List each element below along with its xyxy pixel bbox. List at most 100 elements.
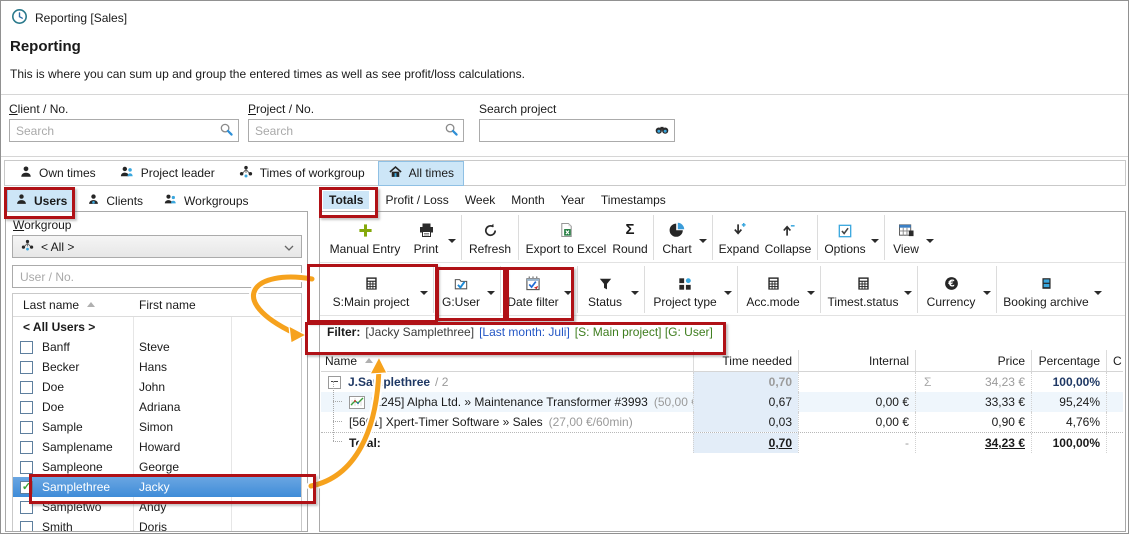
date-filter-button[interactable]: Date filter bbox=[504, 264, 562, 315]
tab-all-times[interactable]: All times bbox=[378, 161, 464, 186]
search-project-input[interactable] bbox=[479, 119, 675, 142]
timest-status-dropdown-arrow[interactable] bbox=[904, 291, 912, 299]
tab-project-leader[interactable]: Project leader bbox=[109, 161, 225, 186]
tab-users[interactable]: Users bbox=[7, 189, 75, 213]
workgroup-select[interactable]: < All > bbox=[12, 235, 302, 258]
collapse-button[interactable]: Collapse bbox=[762, 213, 814, 262]
column-header-percentage[interactable]: Percentage bbox=[1031, 350, 1106, 371]
user-row[interactable]: SampleSimon bbox=[13, 417, 301, 437]
all-users-row[interactable]: < All Users > bbox=[13, 317, 301, 337]
checkbox[interactable] bbox=[20, 421, 33, 434]
checkbox[interactable] bbox=[20, 341, 33, 354]
search-project-field[interactable] bbox=[484, 123, 654, 139]
user-filter-input[interactable] bbox=[12, 265, 302, 288]
workgroups-icon bbox=[163, 193, 178, 209]
user-row[interactable]: SamplenameHoward bbox=[13, 437, 301, 457]
checkbox[interactable] bbox=[20, 381, 33, 394]
status-button[interactable]: Status bbox=[581, 264, 629, 315]
print-dropdown-arrow[interactable] bbox=[448, 239, 456, 247]
project-row[interactable]: [5661] Xpert-Timer Software » Sales (27,… bbox=[321, 412, 1123, 432]
column-header-name[interactable]: Name bbox=[321, 354, 693, 368]
collapse-icon bbox=[781, 220, 796, 238]
refresh-button[interactable]: Refresh bbox=[465, 213, 515, 262]
booking-archive-dropdown-arrow[interactable] bbox=[1094, 291, 1102, 299]
view-dropdown-arrow[interactable] bbox=[926, 239, 934, 247]
currency-dropdown-arrow[interactable] bbox=[983, 291, 991, 299]
export-excel-button[interactable]: Export to Excel bbox=[522, 213, 610, 262]
tab-month[interactable]: Month bbox=[511, 191, 544, 209]
round-button[interactable]: Σ Round bbox=[610, 213, 650, 262]
print-button[interactable]: Print bbox=[406, 213, 446, 262]
checkbox[interactable] bbox=[20, 461, 33, 474]
checkbox[interactable] bbox=[20, 501, 33, 514]
options-dropdown-arrow[interactable] bbox=[871, 239, 879, 247]
user-row[interactable]: SmithDoris bbox=[13, 517, 301, 531]
refresh-icon bbox=[483, 220, 498, 238]
checkbox[interactable] bbox=[20, 521, 33, 532]
column-header-last-name[interactable]: Last name bbox=[13, 298, 133, 312]
project-row[interactable]: [1245] Alpha Ltd. » Maintenance Transfor… bbox=[321, 392, 1123, 412]
project-search-field[interactable] bbox=[253, 123, 444, 139]
user-row[interactable]: BanffSteve bbox=[13, 337, 301, 357]
client-search-field[interactable] bbox=[14, 123, 219, 139]
chart-button[interactable]: Chart bbox=[657, 213, 697, 262]
group-dropdown-arrow[interactable] bbox=[487, 291, 495, 299]
checkbox-checked[interactable]: ✓ bbox=[20, 481, 33, 494]
tab-clients[interactable]: Clients bbox=[79, 189, 151, 213]
user-row[interactable]: SampletwoAndy bbox=[13, 497, 301, 517]
user-row-selected[interactable]: ✓SamplethreeJacky bbox=[13, 477, 301, 497]
tree-guide-line bbox=[333, 401, 342, 402]
options-button[interactable]: Options bbox=[821, 213, 869, 262]
folder-check-icon bbox=[453, 273, 469, 291]
toolbar-separator bbox=[500, 266, 501, 313]
date-filter-dropdown-arrow[interactable] bbox=[564, 291, 572, 299]
column-header-first-name[interactable]: First name bbox=[133, 298, 231, 312]
status-dropdown-arrow[interactable] bbox=[631, 291, 639, 299]
column-header-c[interactable]: C bbox=[1106, 350, 1123, 371]
tab-totals[interactable]: Totals bbox=[323, 191, 369, 209]
timest-status-button[interactable]: Timest.status bbox=[824, 264, 902, 315]
project-type-dropdown-arrow[interactable] bbox=[724, 291, 732, 299]
tab-profit-loss[interactable]: Profit / Loss bbox=[385, 191, 448, 209]
checkbox[interactable] bbox=[20, 361, 33, 374]
project-search-input[interactable] bbox=[248, 119, 464, 142]
tab-workgroups[interactable]: Workgroups bbox=[155, 189, 256, 213]
column-header-internal[interactable]: Internal bbox=[798, 350, 915, 371]
project-type-button[interactable]: Project type bbox=[648, 264, 722, 315]
user-list-header: Last name First name bbox=[13, 294, 301, 317]
checkbox[interactable] bbox=[20, 441, 33, 454]
sigma-icon: Σ bbox=[625, 220, 634, 238]
currency-button[interactable]: € Currency bbox=[921, 264, 981, 315]
view-button[interactable]: View bbox=[888, 213, 924, 262]
expand-button[interactable]: Expand bbox=[716, 213, 762, 262]
tab-times-of-workgroup[interactable]: Times of workgroup bbox=[228, 161, 375, 186]
pie-chart-icon bbox=[669, 220, 685, 238]
filter-user: [Jacky Samplethree] bbox=[365, 325, 474, 339]
tab-year[interactable]: Year bbox=[561, 191, 585, 209]
chart-dropdown-arrow[interactable] bbox=[699, 239, 707, 247]
column-header-price[interactable]: Price bbox=[915, 350, 1031, 371]
group-row[interactable]: J.Samplethree / 2 0,70 Σ34,23 € 100,00% bbox=[321, 372, 1123, 392]
collapse-expander-icon[interactable] bbox=[328, 376, 341, 389]
booking-archive-button[interactable]: Booking archive bbox=[1000, 264, 1092, 315]
tab-week[interactable]: Week bbox=[465, 191, 495, 209]
tab-own-times[interactable]: Own times bbox=[9, 161, 106, 186]
manual-entry-button[interactable]: Manual Entry bbox=[324, 213, 406, 262]
client-search-input[interactable] bbox=[9, 119, 239, 142]
sort-dropdown-arrow[interactable] bbox=[420, 291, 428, 299]
clock-icon bbox=[11, 8, 28, 28]
workgroup-icon bbox=[238, 165, 254, 182]
user-row[interactable]: SampleoneGeorge bbox=[13, 457, 301, 477]
grid-calculator-icon bbox=[856, 273, 871, 291]
user-filter-field[interactable] bbox=[18, 269, 280, 285]
user-row[interactable]: DoeJohn bbox=[13, 377, 301, 397]
sort-main-project-button[interactable]: S:Main project bbox=[324, 264, 418, 315]
checkbox[interactable] bbox=[20, 401, 33, 414]
group-user-button[interactable]: G:User bbox=[437, 264, 485, 315]
user-row[interactable]: DoeAdriana bbox=[13, 397, 301, 417]
column-header-time-needed[interactable]: Time needed bbox=[693, 350, 798, 371]
acc-mode-button[interactable]: Acc.mode bbox=[741, 264, 805, 315]
tab-timestamps[interactable]: Timestamps bbox=[601, 191, 666, 209]
user-row[interactable]: BeckerHans bbox=[13, 357, 301, 377]
acc-mode-dropdown-arrow[interactable] bbox=[807, 291, 815, 299]
